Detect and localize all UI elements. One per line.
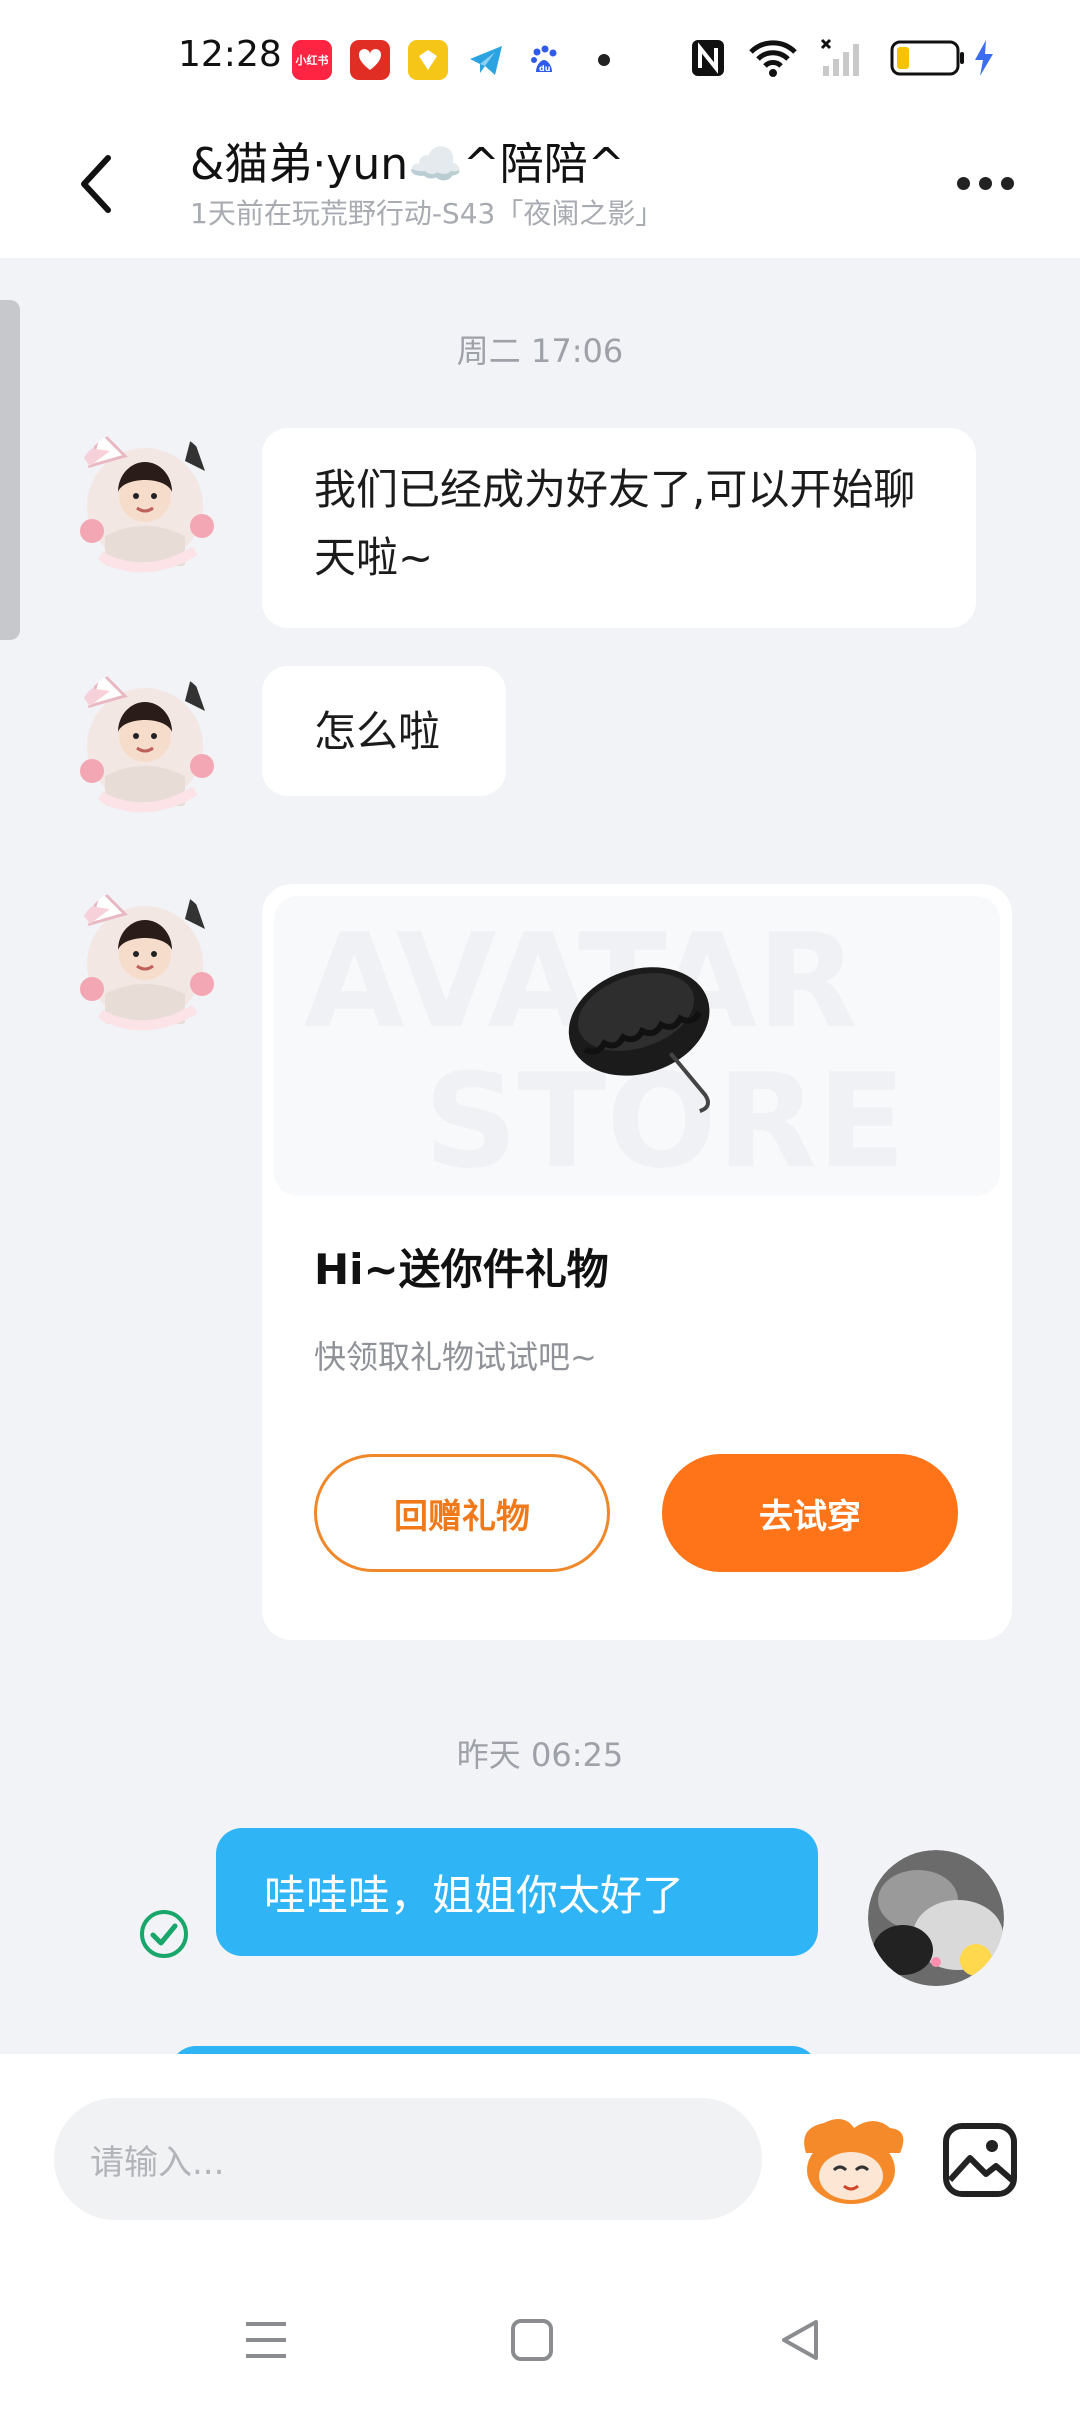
gift-preview: AVATAR STORE <box>304 905 906 1196</box>
menu-icon <box>246 2322 286 2358</box>
more-dot <box>978 176 992 190</box>
message-input[interactable]: 请输入... <box>54 2098 762 2220</box>
avatar-image <box>75 668 214 813</box>
yellow-app-icon <box>408 40 448 80</box>
gift-image[interactable]: AVATAR STORE <box>274 896 1000 1196</box>
more-options-button[interactable] <box>950 158 1020 208</box>
gift-card[interactable]: AVATAR STORE Hi~送你件礼物 快领取礼物试试吧~ 回赠礼物 去试穿 <box>262 884 1012 1640</box>
try-on-button[interactable]: 去试穿 <box>662 1454 958 1572</box>
avatar-image <box>75 886 214 1031</box>
xiaohongshu-icon: 小红书 <box>292 40 332 80</box>
recent-apps-button[interactable] <box>236 2310 296 2370</box>
received-message-bubble[interactable]: 我们已经成为好友了,可以开始聊天啦~ <box>262 428 976 628</box>
nfc-icon <box>692 40 724 76</box>
telegram-icon <box>466 40 506 80</box>
contact-avatar[interactable] <box>70 884 220 1034</box>
gift-title: Hi~送你件礼物 <box>314 1245 609 1294</box>
more-dot <box>956 176 970 190</box>
image-icon <box>943 2123 1017 2197</box>
sent-message-bubble[interactable]: 哇哇哇，姐姐你太好了 <box>216 1828 818 1956</box>
contact-name[interactable]: &猫弟·yun☁️^陪陪^ <box>190 128 625 192</box>
home-button[interactable] <box>502 2310 562 2370</box>
return-gift-button[interactable]: 回赠礼物 <box>314 1454 610 1572</box>
gift-description: 快领取礼物试试吧~ <box>314 1338 597 1376</box>
sent-check-icon <box>138 1908 190 1960</box>
mascot-icon <box>804 2119 904 2204</box>
signal-icon <box>820 38 859 76</box>
chat-screen: 12:28 小红书 du &猫弟·yun☁️^陪陪^ 1天前在玩荒野行动-S43… <box>0 0 1080 2412</box>
square-icon <box>511 2319 553 2361</box>
contact-avatar[interactable] <box>70 426 220 576</box>
charging-icon <box>975 40 993 76</box>
more-notifications-dot <box>598 54 610 66</box>
sticker-button[interactable] <box>796 2118 906 2208</box>
wifi-icon <box>749 40 797 77</box>
avatar-image <box>75 428 214 573</box>
avatar-image <box>868 1850 1004 1986</box>
triangle-back-icon <box>782 2320 818 2360</box>
image-button[interactable] <box>940 2120 1020 2200</box>
my-avatar[interactable] <box>868 1850 1004 1986</box>
notification-icons: 小红书 du <box>292 40 564 80</box>
baidu-logo-text: du <box>539 64 551 73</box>
system-icons <box>690 38 996 78</box>
pinduoduo-icon <box>350 40 390 80</box>
contact-activity-status: 1天前在玩荒野行动-S43「夜阑之影」 <box>190 197 664 230</box>
watermark-text: STORE <box>424 1045 906 1196</box>
chevron-left-icon <box>81 155 111 213</box>
battery-icon <box>890 40 964 76</box>
timestamp-divider: 周二 17:06 <box>456 332 624 370</box>
back-nav-button[interactable] <box>770 2310 830 2370</box>
more-dot <box>1000 176 1014 190</box>
baidu-icon: du <box>524 40 564 80</box>
chat-header: &猫弟·yun☁️^陪陪^ 1天前在玩荒野行动-S43「夜阑之影」 <box>0 118 1080 258</box>
clock: 12:28 <box>178 34 282 75</box>
back-button[interactable] <box>66 144 126 224</box>
system-navigation-bar <box>0 2270 1080 2412</box>
status-bar: 12:28 小红书 du <box>0 0 1080 118</box>
timestamp-divider: 昨天 06:25 <box>456 1736 624 1774</box>
contact-avatar[interactable] <box>70 666 220 816</box>
received-message-bubble[interactable]: 怎么啦 <box>262 666 506 796</box>
